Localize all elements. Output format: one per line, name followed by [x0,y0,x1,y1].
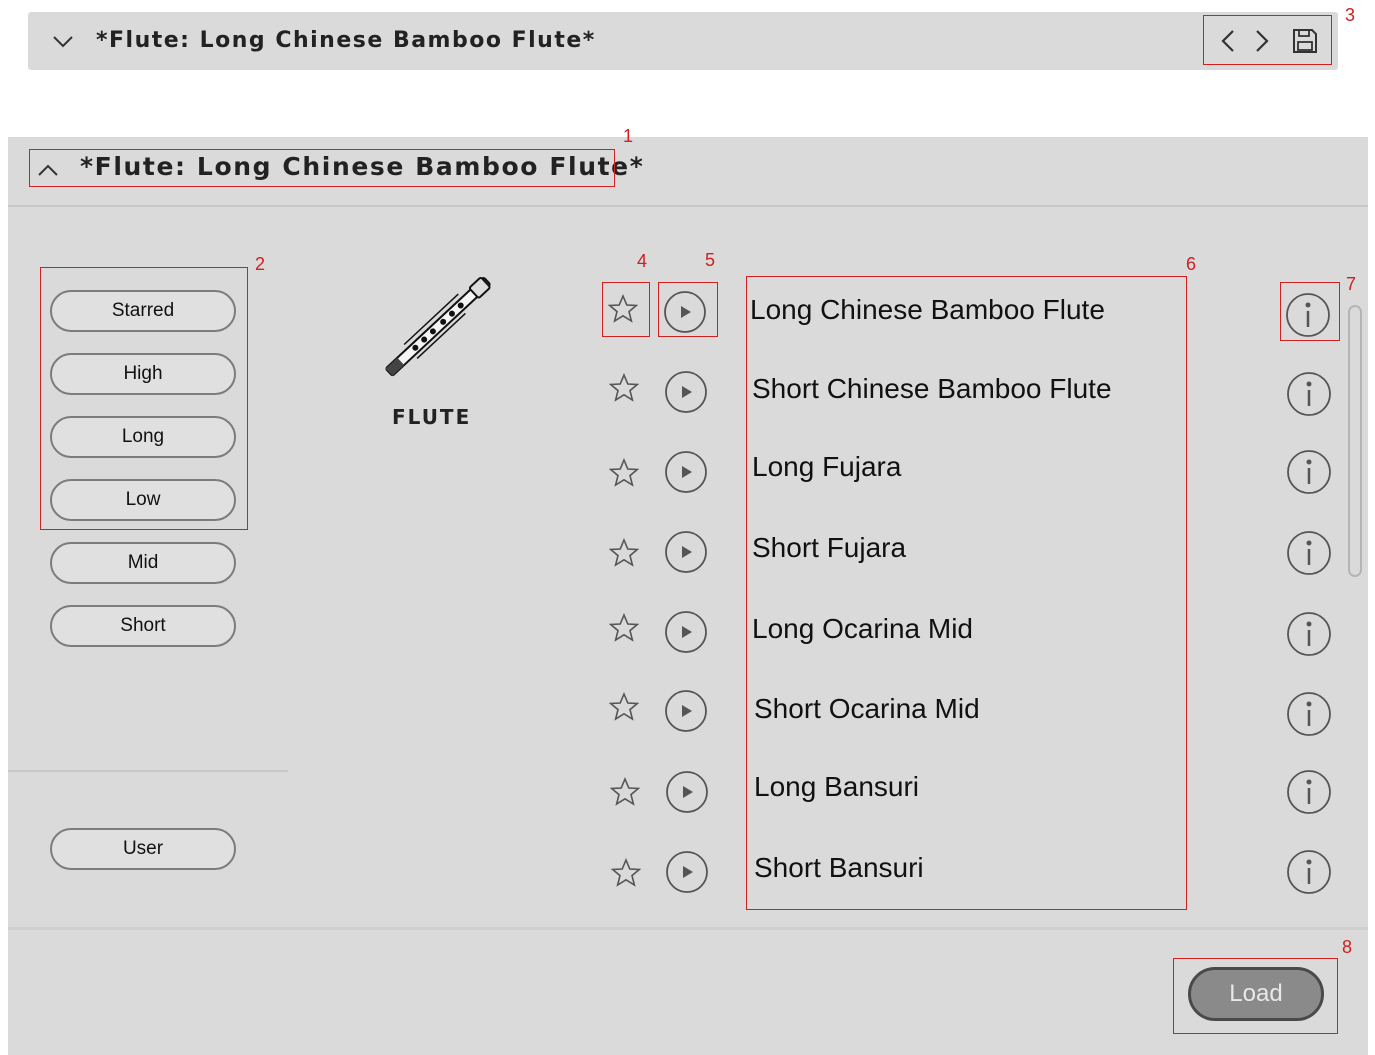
star-icon[interactable] [609,373,639,403]
callout-number-3: 3 [1345,5,1356,25]
callout-box-6 [746,276,1187,910]
star-icon[interactable] [610,777,640,807]
play-icon[interactable] [664,689,708,733]
info-icon[interactable] [1286,371,1332,417]
play-icon[interactable] [664,530,708,574]
footer-divider [8,927,1368,930]
star-icon[interactable] [609,538,639,568]
callout-number-2: 2 [255,254,266,274]
callout-number-5: 5 [705,250,716,270]
flute-icon [385,276,491,377]
play-icon[interactable] [665,850,709,894]
callout-box-7 [1280,282,1340,341]
preset-header-title[interactable]: *Flute: Long Chinese Bamboo Flute* [96,28,596,53]
filter-user-button[interactable]: User [50,828,236,870]
callout-box-4 [602,282,650,337]
info-icon[interactable] [1286,769,1332,815]
instrument-label: FLUTE [392,405,472,429]
callout-box-2 [40,267,248,530]
callout-box-3 [1203,15,1332,65]
info-icon[interactable] [1286,611,1332,657]
callout-box-8 [1173,958,1338,1034]
callout-number-6: 6 [1186,254,1197,274]
play-icon[interactable] [664,610,708,654]
filter-mid-button[interactable]: Mid [50,542,236,584]
info-icon[interactable] [1286,530,1332,576]
play-icon[interactable] [665,770,709,814]
play-icon[interactable] [664,370,708,414]
callout-number-1: 1 [623,126,634,146]
info-icon[interactable] [1286,691,1332,737]
star-icon[interactable] [609,613,639,643]
callout-number-7: 7 [1346,274,1357,294]
callout-number-8: 8 [1342,937,1353,957]
info-icon[interactable] [1286,449,1332,495]
star-icon[interactable] [611,858,641,888]
callout-box-5 [658,282,718,337]
play-icon[interactable] [664,450,708,494]
preset-list-scrollbar[interactable] [1348,305,1362,577]
filter-short-button[interactable]: Short [50,605,236,647]
info-icon[interactable] [1286,849,1332,895]
callout-number-4: 4 [637,251,648,271]
star-icon[interactable] [609,458,639,488]
callout-box-1 [29,149,615,187]
star-icon[interactable] [609,692,639,722]
chevron-down-icon[interactable] [50,28,76,54]
filter-divider [8,770,288,772]
preset-header-bar: *Flute: Long Chinese Bamboo Flute* [28,12,1338,70]
